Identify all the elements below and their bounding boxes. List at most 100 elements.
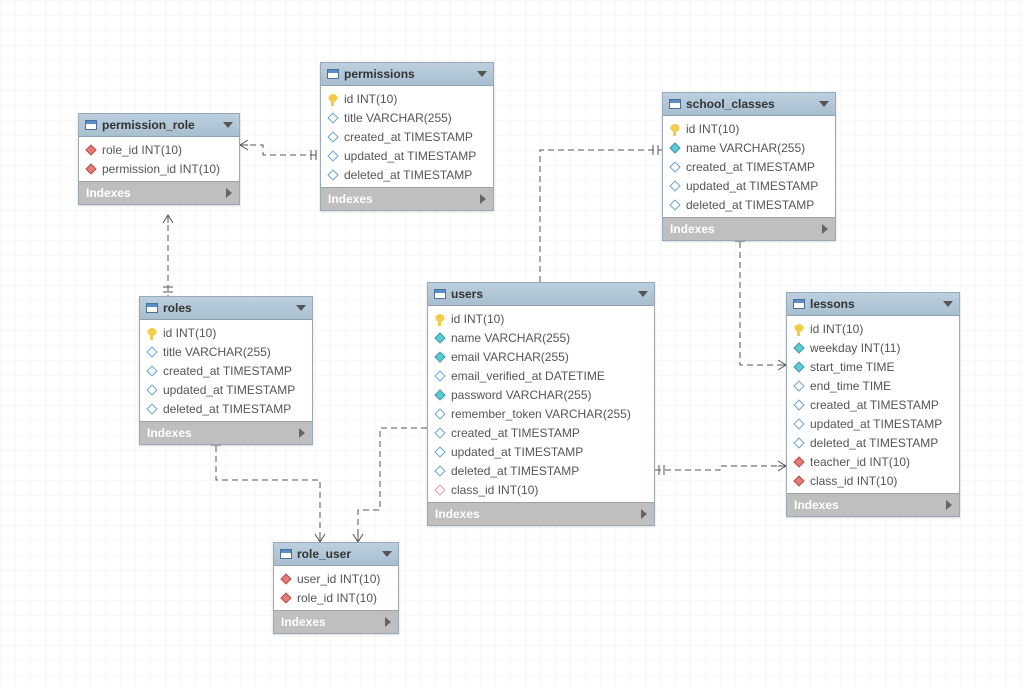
column-row: id INT(10)	[428, 309, 654, 328]
blue-diamond-icon	[669, 180, 680, 191]
entity-title: permission_role	[102, 118, 195, 132]
column-row: updated_at TIMESTAMP	[663, 176, 835, 195]
blue-diamond-icon	[434, 465, 445, 476]
column-row: created_at TIMESTAMP	[321, 127, 493, 146]
entity-title: lessons	[810, 297, 855, 311]
indexes-label: Indexes	[328, 192, 373, 206]
column-label: id INT(10)	[686, 122, 739, 136]
column-row: name VARCHAR(255)	[663, 138, 835, 157]
column-row: id INT(10)	[321, 89, 493, 108]
column-label: role_id INT(10)	[102, 143, 182, 157]
chevron-right-icon[interactable]	[385, 617, 391, 627]
chevron-down-icon[interactable]	[223, 122, 233, 128]
blue-diamond-icon	[327, 112, 338, 123]
entity-lessons[interactable]: lessonsid INT(10)weekday INT(11)start_ti…	[786, 292, 960, 517]
column-row: id INT(10)	[140, 323, 312, 342]
column-label: deleted_at TIMESTAMP	[451, 464, 579, 478]
chevron-down-icon[interactable]	[819, 101, 829, 107]
column-row: updated_at TIMESTAMP	[428, 442, 654, 461]
red-diamond-icon	[85, 144, 96, 155]
column-row: id INT(10)	[787, 319, 959, 338]
column-label: updated_at TIMESTAMP	[163, 383, 295, 397]
column-row: updated_at TIMESTAMP	[787, 414, 959, 433]
blue-diamond-icon	[669, 161, 680, 172]
column-label: title VARCHAR(255)	[344, 111, 452, 125]
column-row: email_verified_at DATETIME	[428, 366, 654, 385]
blue-diamond-icon	[793, 380, 804, 391]
column-label: permission_id INT(10)	[102, 162, 220, 176]
blue-filled-diamond-icon	[669, 142, 680, 153]
entity-title: permissions	[344, 67, 415, 81]
column-label: deleted_at TIMESTAMP	[344, 168, 472, 182]
chevron-right-icon[interactable]	[641, 509, 647, 519]
column-label: id INT(10)	[810, 322, 863, 336]
indexes-footer[interactable]: Indexes	[428, 502, 654, 525]
column-label: created_at TIMESTAMP	[686, 160, 815, 174]
entity-roles[interactable]: rolesid INT(10)title VARCHAR(255)created…	[139, 296, 313, 445]
blue-diamond-icon	[327, 169, 338, 180]
column-row: weekday INT(11)	[787, 338, 959, 357]
blue-diamond-icon	[146, 346, 157, 357]
column-row: updated_at TIMESTAMP	[140, 380, 312, 399]
chevron-down-icon[interactable]	[638, 291, 648, 297]
blue-diamond-icon	[669, 199, 680, 210]
entity-header[interactable]: school_classes	[663, 93, 835, 116]
indexes-footer[interactable]: Indexes	[321, 187, 493, 210]
column-row: id INT(10)	[663, 119, 835, 138]
entity-header[interactable]: permission_role	[79, 114, 239, 137]
chevron-down-icon[interactable]	[477, 71, 487, 77]
key-icon	[794, 324, 804, 334]
column-label: password VARCHAR(255)	[451, 388, 592, 402]
indexes-footer[interactable]: Indexes	[663, 217, 835, 240]
column-row: end_time TIME	[787, 376, 959, 395]
chevron-right-icon[interactable]	[226, 188, 232, 198]
column-label: deleted_at TIMESTAMP	[686, 198, 814, 212]
entity-permission_role[interactable]: permission_role role_id INT(10) permission…	[78, 113, 240, 205]
entity-school_classes[interactable]: school_classesid INT(10) name VARCHAR(255…	[662, 92, 836, 241]
column-label: name VARCHAR(255)	[686, 141, 805, 155]
column-label: role_id INT(10)	[297, 591, 377, 605]
entity-header[interactable]: users	[428, 283, 654, 306]
indexes-footer[interactable]: Indexes	[140, 421, 312, 444]
key-icon	[147, 328, 157, 338]
chevron-right-icon[interactable]	[480, 194, 486, 204]
column-label: id INT(10)	[344, 92, 397, 106]
entity-role_user[interactable]: role_useruser_id INT(10)role_id INT(10)I…	[273, 542, 399, 634]
blue-diamond-icon	[793, 399, 804, 410]
column-row: remember_token VARCHAR(255)	[428, 404, 654, 423]
column-label: teacher_id INT(10)	[810, 455, 910, 469]
indexes-footer[interactable]: Indexes	[787, 493, 959, 516]
chevron-right-icon[interactable]	[299, 428, 305, 438]
table-icon	[669, 99, 681, 109]
column-row: title VARCHAR(255)	[321, 108, 493, 127]
indexes-footer[interactable]: Indexes	[79, 181, 239, 204]
column-row: created_at TIMESTAMP	[663, 157, 835, 176]
column-row: updated_at TIMESTAMP	[321, 146, 493, 165]
column-label: weekday INT(11)	[810, 341, 900, 355]
entity-header[interactable]: roles	[140, 297, 312, 320]
key-icon	[435, 314, 445, 324]
blue-diamond-icon	[434, 370, 445, 381]
entity-users[interactable]: usersid INT(10)name VARCHAR(255)email VA…	[427, 282, 655, 526]
column-row: permission_id INT(10)	[79, 159, 239, 178]
column-label: email VARCHAR(255)	[451, 350, 569, 364]
red-diamond-icon	[85, 163, 96, 174]
chevron-right-icon[interactable]	[946, 500, 952, 510]
indexes-footer[interactable]: Indexes	[274, 610, 398, 633]
red-diamond-icon	[793, 475, 804, 486]
entity-header[interactable]: permissions	[321, 63, 493, 86]
chevron-down-icon[interactable]	[382, 551, 392, 557]
column-label: id INT(10)	[451, 312, 504, 326]
chevron-down-icon[interactable]	[296, 305, 306, 311]
indexes-label: Indexes	[281, 615, 326, 629]
entity-header[interactable]: lessons	[787, 293, 959, 316]
column-row: role_id INT(10)	[274, 588, 398, 607]
column-row: deleted_at TIMESTAMP	[663, 195, 835, 214]
blue-diamond-icon	[327, 131, 338, 142]
key-icon	[328, 94, 338, 104]
entity-permissions[interactable]: permissions id INT(10) title VARCHAR(255) c…	[320, 62, 494, 211]
chevron-down-icon[interactable]	[943, 301, 953, 307]
chevron-right-icon[interactable]	[822, 224, 828, 234]
entity-header[interactable]: role_user	[274, 543, 398, 566]
blue-diamond-icon	[146, 403, 157, 414]
